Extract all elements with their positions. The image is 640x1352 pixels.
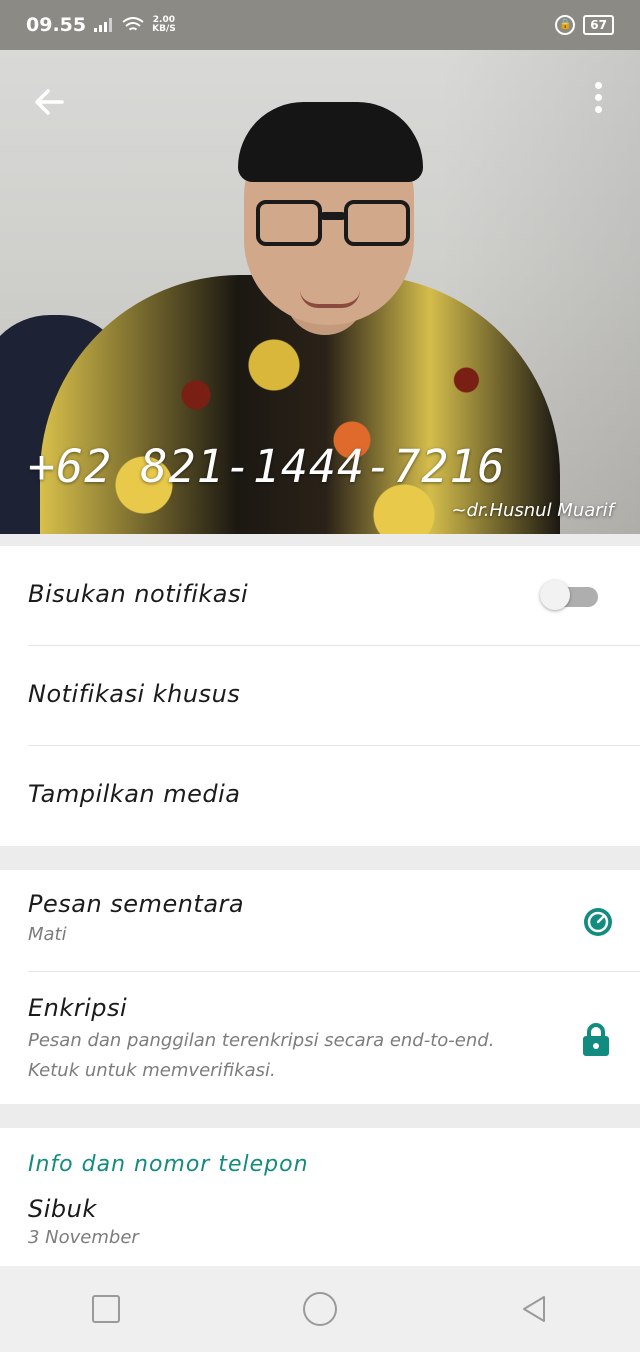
encryption-description-line-2: Ketuk untuk memverifikasi. (28, 1060, 276, 1081)
about-text: Sibuk (28, 1195, 97, 1223)
mute-notifications-row[interactable]: Bisukan notifikasi (0, 546, 640, 646)
notification-settings-card: Bisukan notifikasi Notifikasi khusus Tam… (0, 546, 640, 846)
about-row[interactable]: Sibuk 3 November (0, 1177, 640, 1253)
disappearing-messages-row[interactable]: Pesan sementara Mati (0, 870, 640, 972)
mute-notifications-label: Bisukan notifikasi (28, 580, 249, 608)
system-navigation-bar (0, 1266, 640, 1352)
photo-person-hair (238, 102, 423, 182)
lock-icon (583, 1023, 609, 1056)
encryption-description: Pesan dan panggilan terenkripsi secara e… (28, 1026, 612, 1086)
photo-person-mouth (300, 290, 360, 308)
info-card: Info dan nomor telepon Sibuk 3 November (0, 1128, 640, 1266)
network-speed-unit: KB/S (152, 24, 176, 34)
phone-watermark: +62 821-1444-7216 (28, 440, 506, 493)
battery-icon: 67 (583, 15, 614, 35)
wifi-icon (122, 17, 144, 31)
home-button[interactable] (302, 1292, 337, 1326)
status-right: 🔒 67 (555, 15, 614, 35)
recent-apps-button[interactable] (91, 1295, 120, 1323)
more-vert-icon (578, 82, 618, 113)
network-speed: 2.00 KB/S (152, 16, 176, 34)
mute-toggle-thumb (540, 580, 570, 610)
media-visibility-row[interactable]: Tampilkan media (0, 746, 640, 846)
custom-notifications-row[interactable]: Notifikasi khusus (0, 646, 640, 746)
encryption-row[interactable]: Enkripsi Pesan dan panggilan terenkripsi… (0, 972, 640, 1104)
custom-notifications-label: Notifikasi khusus (28, 680, 241, 708)
status-left: 09.55 2.00 KB/S (26, 14, 176, 36)
battery-level: 67 (590, 18, 607, 32)
privacy-settings-card: Pesan sementara Mati Enkripsi Pesan dan … (0, 870, 640, 1104)
about-date: 3 November (28, 1227, 139, 1248)
media-visibility-label: Tampilkan media (28, 780, 241, 808)
status-time: 09.55 (26, 14, 87, 36)
back-button[interactable] (28, 80, 72, 124)
timer-icon (584, 908, 612, 936)
back-arrow-icon (35, 89, 64, 115)
system-back-button[interactable] (520, 1294, 548, 1324)
disappearing-messages-value: Mati (28, 924, 67, 945)
encryption-label: Enkripsi (28, 994, 128, 1022)
mute-toggle[interactable] (540, 580, 600, 610)
info-section: Info dan nomor telepon (0, 1128, 640, 1177)
profile-photo-header[interactable]: +62 821-1444-7216 ~dr.Husnul Muarif (0, 50, 640, 534)
encryption-description-line-1: Pesan dan panggilan terenkripsi secara e… (28, 1030, 495, 1051)
lock-rotation-icon: 🔒 (555, 15, 576, 35)
status-bar: 09.55 2.00 KB/S 🔒 67 (0, 0, 640, 50)
disappearing-messages-label: Pesan sementara (28, 890, 245, 918)
more-options-button[interactable] (578, 82, 618, 126)
photo-person-glasses (256, 200, 416, 250)
info-section-title: Info dan nomor telepon (28, 1152, 309, 1177)
signal-icon (94, 18, 113, 32)
name-watermark: ~dr.Husnul Muarif (451, 500, 614, 521)
